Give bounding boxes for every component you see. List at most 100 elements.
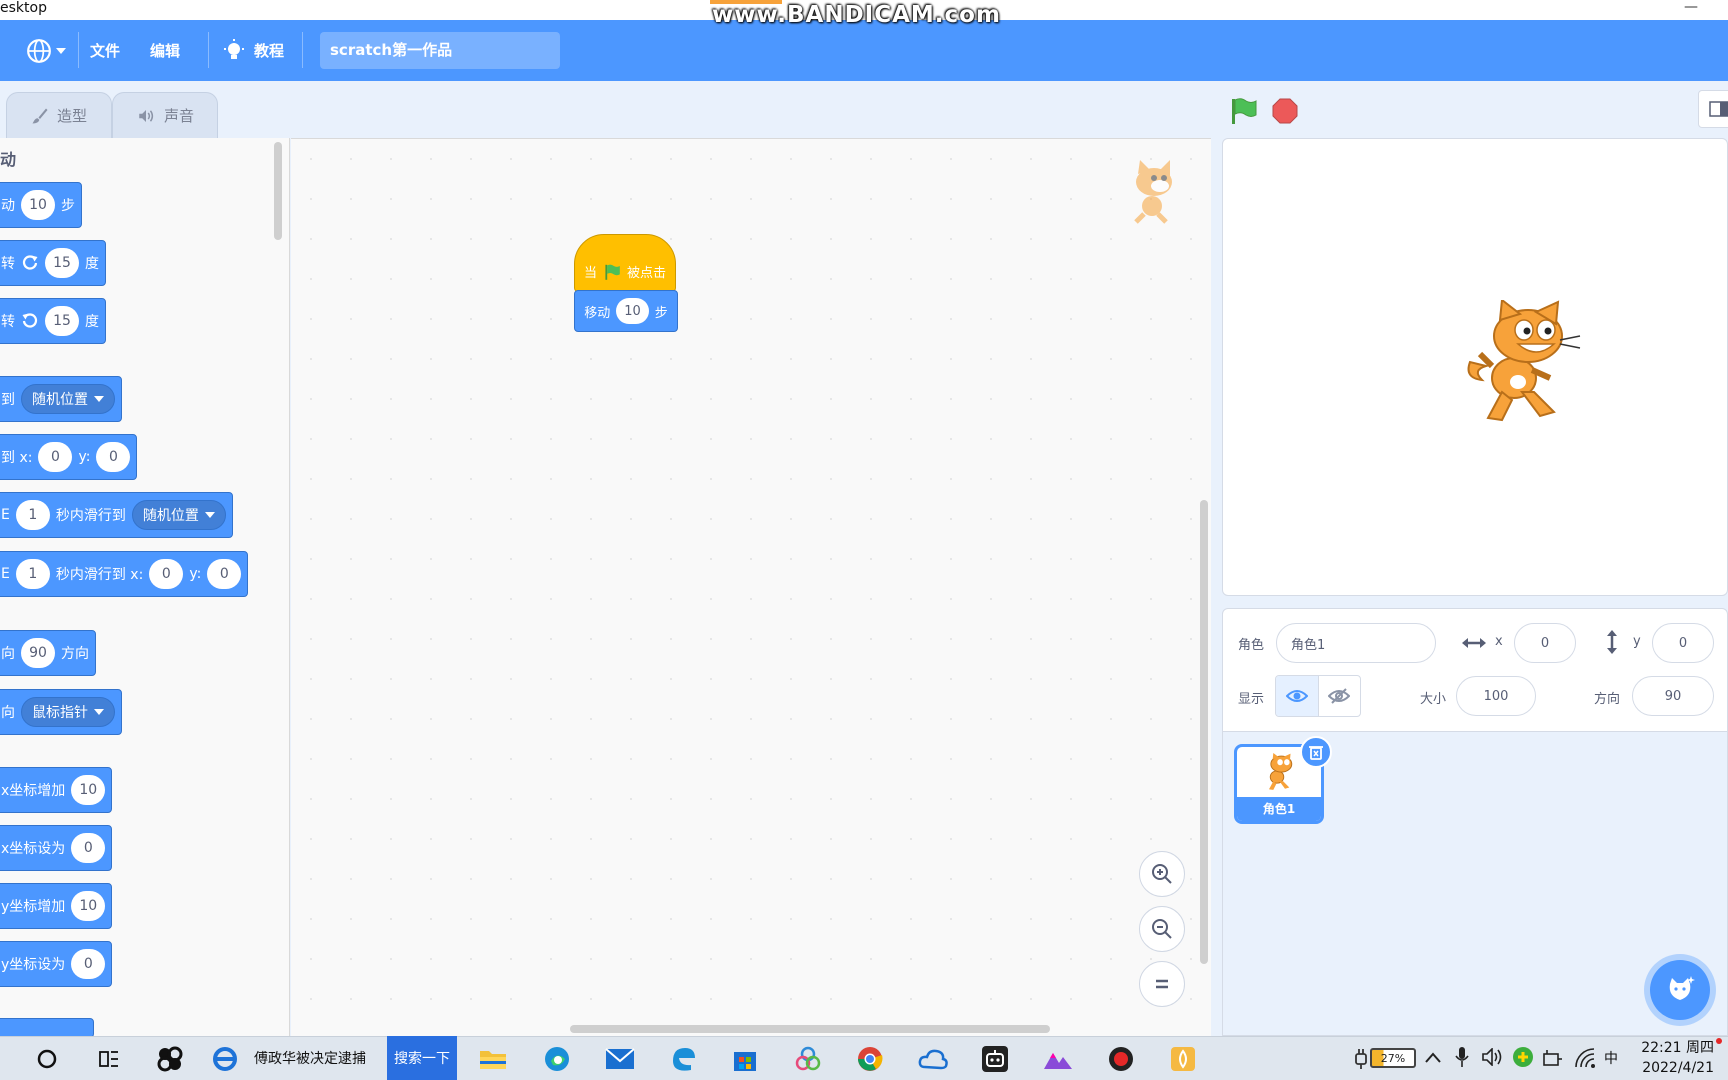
block-change-x[interactable]: x坐标增加 10 [0,767,113,813]
code-workspace[interactable] [291,138,1211,1036]
block-goto-xy[interactable]: 到 x: 0 y: 0 [0,434,138,480]
minimize-button[interactable]: — [1684,0,1698,14]
workspace-horizontal-scrollbar[interactable] [570,1025,1050,1033]
microphone-icon[interactable] [1455,1046,1469,1068]
hide-sprite-button[interactable] [1319,676,1361,716]
tutorials-menu[interactable]: 教程 [222,20,284,81]
taskbar-mountain-app[interactable] [1043,1044,1073,1074]
green-flag-button[interactable] [1228,96,1258,126]
cortana-button[interactable] [32,1044,62,1074]
block-input[interactable]: 0 [71,949,106,979]
sprite-name-input[interactable]: 角色1 [1276,623,1436,663]
block-input[interactable]: 10 [71,775,106,805]
globe-icon [27,38,51,63]
block-point-towards[interactable]: 向 鼠标指针 [0,689,122,735]
taskbar-chrome[interactable] [855,1044,885,1074]
taskbar-edge-legacy[interactable] [668,1044,698,1074]
block-input[interactable]: 0 [38,442,73,472]
store-icon [734,1052,756,1071]
zoom-reset-button[interactable] [1139,961,1185,1007]
block-set-x[interactable]: x坐标设为 0 [0,825,113,871]
security-shield-icon[interactable] [1512,1046,1534,1068]
block-input[interactable]: 0 [207,559,242,589]
block-input[interactable]: 1 [15,500,50,530]
block-input[interactable]: 0 [96,442,131,472]
taskbar-file-explorer[interactable] [478,1044,508,1074]
block-turn-right[interactable]: 转 15 度 [0,240,106,286]
chevron-up-icon[interactable] [1424,1050,1442,1066]
battery-indicator[interactable]: 27% [1370,1048,1416,1068]
taskbar-store[interactable] [730,1044,760,1074]
wifi-icon[interactable] [1574,1048,1596,1068]
x-position-input[interactable]: 0 [1514,623,1576,663]
y-position-input[interactable]: 0 [1652,623,1714,663]
block-dropdown[interactable]: 随机位置 [131,500,226,530]
window-title: esktop [0,0,47,16]
taskbar-yellow-app[interactable] [1168,1044,1198,1074]
block-move-steps[interactable]: 动 10 步 [0,182,82,228]
block-dropdown[interactable]: 鼠标指针 [21,697,115,727]
block-partial[interactable] [0,1018,94,1038]
palette-scrollbar[interactable] [274,142,282,240]
block-input[interactable]: 15 [45,248,79,278]
block-input[interactable]: 0 [71,833,106,863]
tab-costumes[interactable]: 造型 [6,92,112,138]
task-view-button[interactable] [94,1044,124,1074]
workspace-vertical-scrollbar[interactable] [1200,500,1208,964]
taskbar-search-button[interactable]: 搜索一下 [387,1036,457,1080]
block-input[interactable]: 15 [45,306,79,336]
block-label: 向 [1,705,15,721]
ie-icon [213,1047,237,1071]
zoom-out-button[interactable] [1139,906,1185,952]
block-input[interactable]: 1 [15,559,50,589]
block-dropdown[interactable]: 随机位置 [21,384,115,414]
size-input[interactable]: 100 [1456,676,1536,716]
tab-sounds[interactable]: 声音 [112,92,218,138]
block-input[interactable]: 10 [71,891,106,921]
file-menu[interactable]: 文件 [90,20,120,81]
delete-sprite-button[interactable] [1300,736,1332,768]
zoom-in-button[interactable] [1139,851,1185,897]
block-set-y[interactable]: y坐标设为 0 [0,941,113,987]
sprite-watermark-icon [1134,160,1172,224]
taskbar-app-pinwheel[interactable] [155,1044,185,1074]
block-input[interactable]: 0 [149,559,184,589]
edit-menu[interactable]: 编辑 [150,20,180,81]
stop-button[interactable] [1272,98,1298,124]
block-input[interactable]: 10 [616,298,649,324]
block-point-direction[interactable]: 向 90 方向 [0,630,96,676]
block-turn-left[interactable]: 转 15 度 [0,298,106,344]
taskbar-ie-browser[interactable] [210,1044,240,1074]
language-menu[interactable] [26,20,66,81]
ime-indicator[interactable]: 中 [1604,1036,1618,1080]
project-title-input[interactable]: scratch第一作品 [320,32,560,69]
taskbar-cloud-app[interactable] [918,1044,948,1074]
block-glide[interactable]: E 1 秒内滑行到 随机位置 [0,492,233,538]
block-input[interactable]: 90 [21,638,55,668]
volume-icon[interactable] [1482,1048,1504,1066]
small-stage-icon [1709,101,1728,117]
when-flag-clicked-block[interactable]: 当 被点击 [574,234,676,292]
direction-input[interactable]: 90 [1632,676,1714,716]
taskbar-browser-tab-title[interactable]: 傅政华被决定逮捕 [254,1036,366,1080]
taskbar-mail[interactable] [605,1044,635,1074]
block-change-y[interactable]: y坐标增加 10 [0,883,113,929]
note-app-icon [1171,1047,1195,1071]
script-move-block[interactable]: 移动 10 步 [574,290,678,332]
block-label: 转 [1,314,15,330]
cat-plus-icon [1669,976,1695,1000]
edge-icon [545,1047,569,1071]
add-sprite-button[interactable] [1650,960,1710,1020]
device-icon[interactable] [1543,1049,1563,1067]
taskbar-app-circles[interactable] [793,1044,823,1074]
taskbar-edge-browser[interactable] [542,1044,572,1074]
block-input[interactable]: 10 [21,190,55,220]
taskbar-robot-app[interactable] [980,1044,1010,1074]
block-glide-xy[interactable]: E 1 秒内滑行到 x: 0 y: 0 [0,551,249,597]
cat-sprite[interactable] [1462,300,1592,430]
block-goto[interactable]: 到 随机位置 [0,376,122,422]
taskbar-clock[interactable]: 22:21 周四 2022/4/21 [1634,1038,1714,1078]
show-sprite-button[interactable] [1276,676,1319,716]
stage-layout-button[interactable] [1698,90,1728,128]
taskbar-recorder[interactable] [1106,1044,1136,1074]
